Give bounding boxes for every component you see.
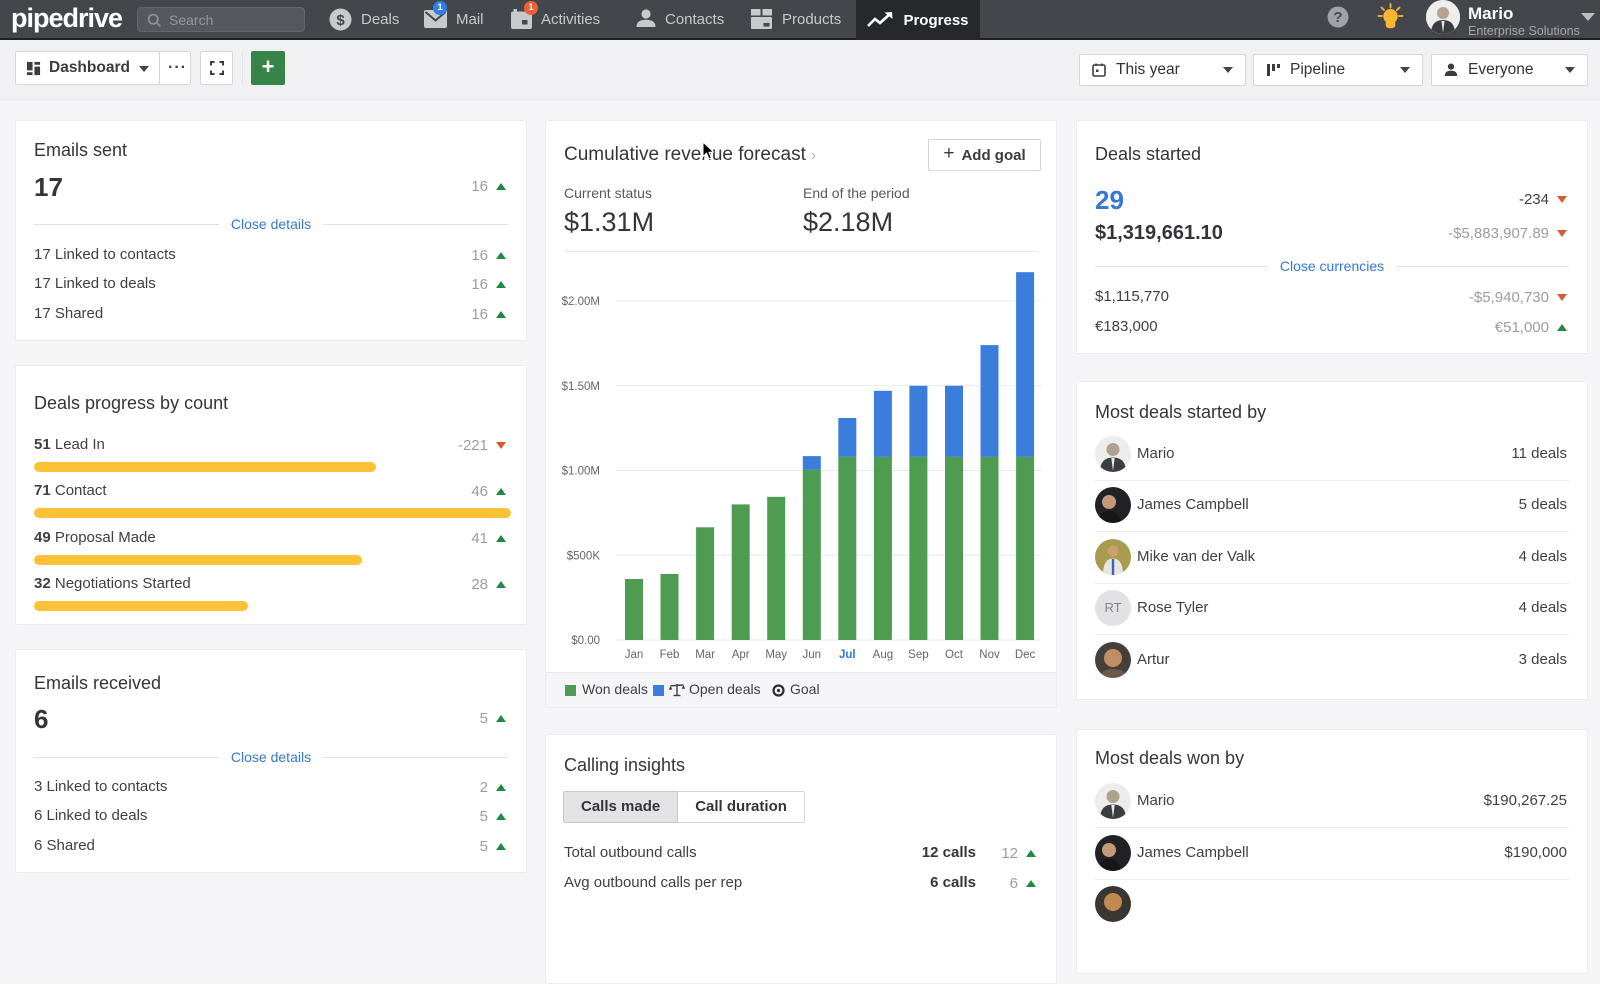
svg-text:Jan: Jan [625, 649, 644, 661]
svg-text:Dec: Dec [1015, 649, 1036, 661]
svg-text:May: May [765, 649, 787, 661]
svg-text:Aug: Aug [873, 649, 893, 661]
svg-text:Feb: Feb [660, 649, 680, 661]
svg-text:Jul: Jul [839, 649, 856, 661]
svg-text:Mar: Mar [695, 649, 715, 661]
svg-text:Oct: Oct [945, 649, 964, 661]
svg-text:Sep: Sep [908, 649, 928, 661]
svg-text:Nov: Nov [979, 649, 1000, 661]
svg-text:$2.00M: $2.00M [562, 296, 600, 308]
svg-text:Jun: Jun [803, 649, 822, 661]
svg-text:$: $ [336, 12, 345, 29]
svg-text:?: ? [1333, 9, 1342, 26]
svg-text:Apr: Apr [732, 649, 750, 661]
svg-text:$1.00M: $1.00M [562, 466, 600, 478]
svg-text:$0.00: $0.00 [571, 635, 600, 647]
svg-text:$1.50M: $1.50M [562, 381, 600, 393]
svg-text:$500K: $500K [567, 550, 601, 562]
